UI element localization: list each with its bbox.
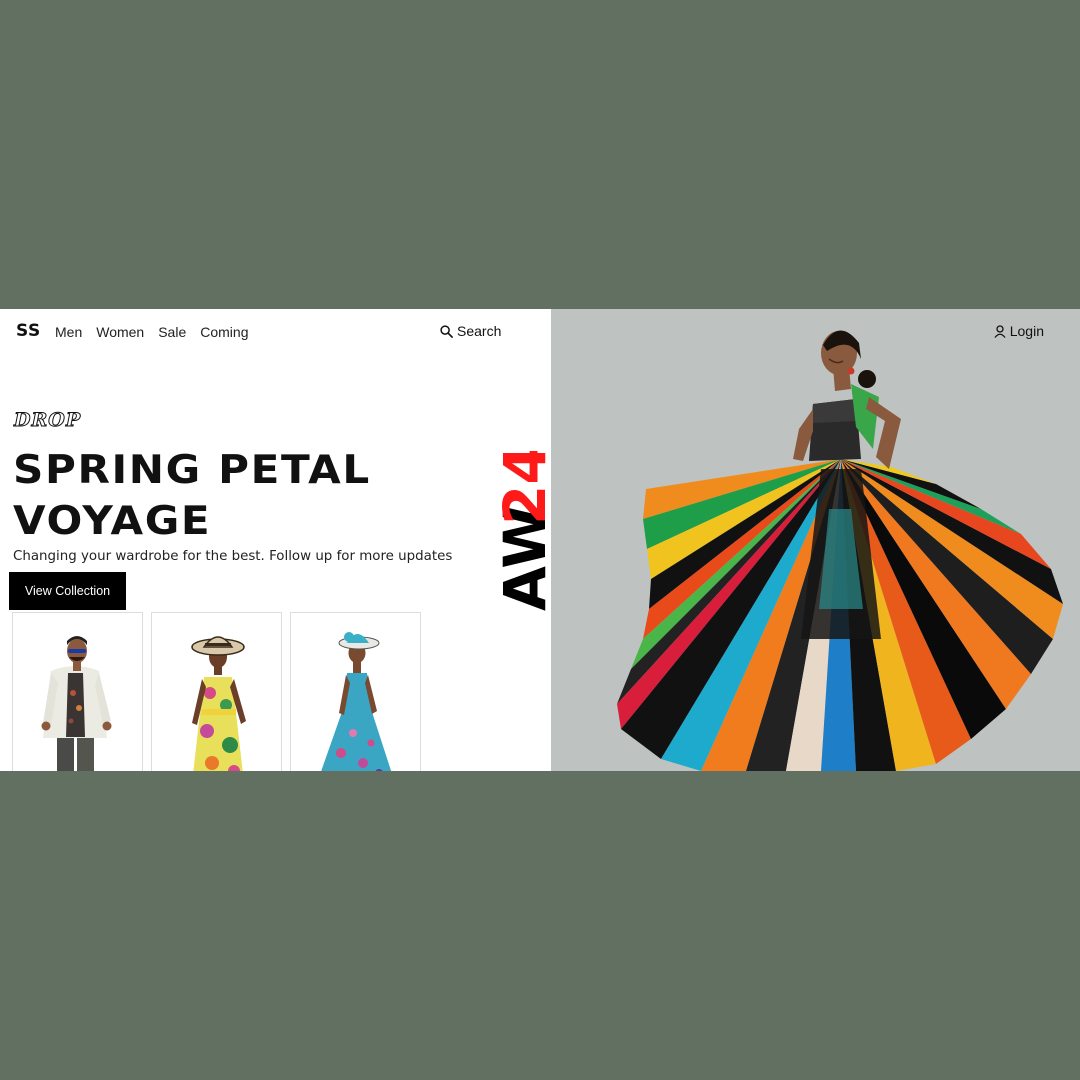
search-button[interactable]: Search — [440, 323, 501, 339]
nav-item-women[interactable]: Women — [96, 324, 144, 340]
hero-title: SPRING PETAL VOYAGE — [13, 445, 371, 547]
rainbow-skirt — [617, 459, 1063, 771]
search-label: Search — [457, 323, 502, 339]
view-collection-button[interactable]: View Collection — [9, 572, 126, 610]
hero-left-panel: SS Men Women Sale Coming Search DROP SPR… — [0, 309, 551, 771]
drop-kicker: DROP — [13, 409, 82, 432]
hero-banner: SS Men Women Sale Coming Search DROP SPR… — [0, 309, 1080, 771]
brand-logo[interactable]: SS — [16, 321, 41, 341]
main-nav: Men Women Sale Coming — [55, 324, 249, 340]
hero-title-line-2: VOYAGE — [13, 499, 212, 544]
product-image-blue-gown — [321, 632, 392, 771]
hero-right-panel: Login — [551, 309, 1080, 771]
product-image-man — [41, 636, 112, 771]
nav-item-sale[interactable]: Sale — [158, 324, 186, 340]
nav-item-men[interactable]: Men — [55, 324, 82, 340]
season-badge: AW 24 — [498, 451, 550, 611]
hero-model-image — [617, 330, 1063, 771]
season-year: 24 — [498, 451, 550, 525]
product-card-blue-gown[interactable] — [290, 612, 421, 771]
hero-subtitle: Changing your wardrobe for the best. Fol… — [13, 549, 453, 564]
product-card-man[interactable] — [12, 612, 143, 771]
product-image-floral-dress — [191, 636, 246, 771]
nav-item-coming[interactable]: Coming — [200, 324, 248, 340]
search-icon — [440, 324, 453, 338]
hero-title-line-1: SPRING PETAL — [13, 448, 371, 493]
product-card-floral-dress[interactable] — [151, 612, 282, 771]
